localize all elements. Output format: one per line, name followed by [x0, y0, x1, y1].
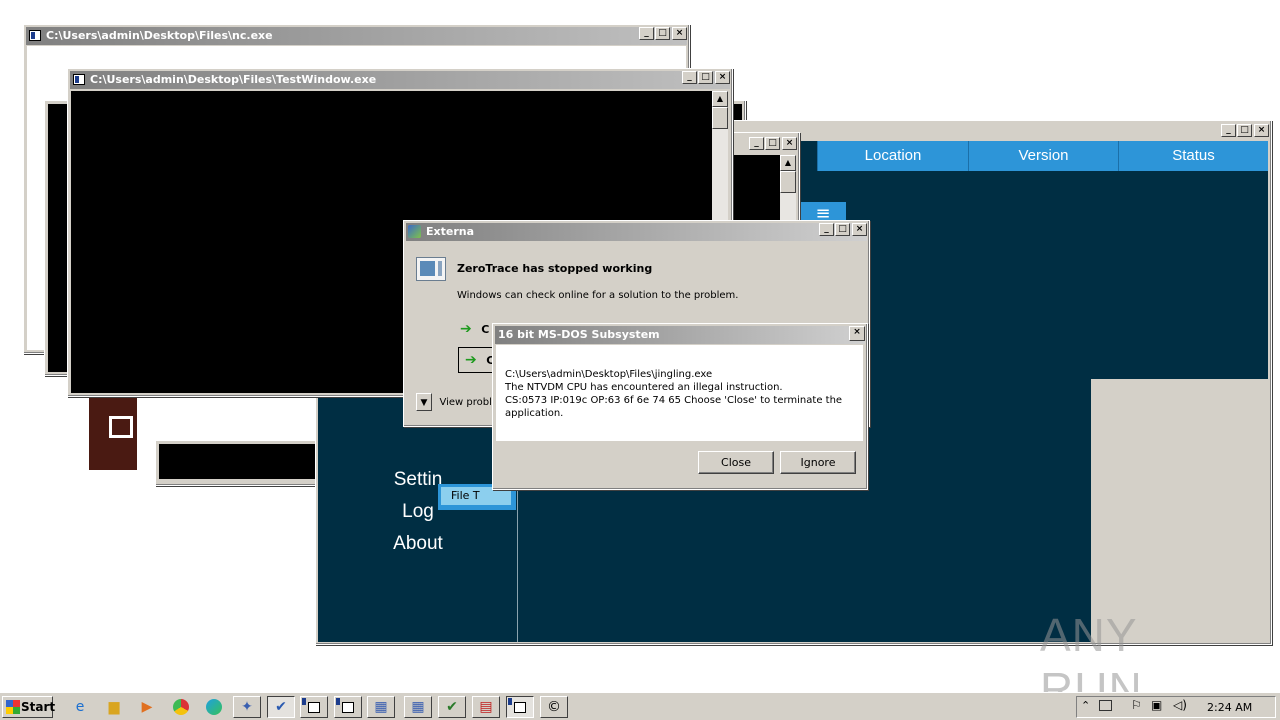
externa-heading: ZeroTrace has stopped working — [457, 262, 653, 275]
system-tray: ⌃ ⚐ ▣ ◁) 2:24 AM — [1076, 696, 1276, 718]
folder-icon[interactable]: ▆ — [100, 696, 128, 718]
close-button[interactable]: × — [672, 27, 687, 40]
msdos-line-application: application. — [505, 408, 564, 419]
msdos-title: 16 bit MS-DOS Subsystem — [498, 328, 660, 341]
app-title-buttons: _ □ × — [1220, 124, 1269, 137]
edge-icon[interactable] — [200, 696, 228, 718]
volume-icon[interactable]: ◁) — [1173, 698, 1187, 712]
msdos-message-area: C:\Users\admin\Desktop\Files\jingling.ex… — [496, 345, 863, 441]
msdos-title-buttons: × — [848, 326, 865, 341]
windows-logo-icon — [6, 700, 20, 714]
taskbar-app-3[interactable]: ▦ — [404, 696, 432, 718]
msdos-line-path: C:\Users\admin\Desktop\Files\jingling.ex… — [505, 369, 713, 380]
column-version[interactable]: Version — [968, 141, 1118, 171]
testwindow-title-buttons: _ □ × — [681, 71, 730, 84]
network-icon[interactable]: ▣ — [1151, 698, 1162, 712]
close-button[interactable]: Close — [698, 451, 774, 474]
taskbar-app-6[interactable]: © — [540, 696, 568, 718]
nc-title-buttons: _ □ × — [638, 27, 687, 40]
console-icon — [73, 74, 85, 85]
scroll-thumb[interactable] — [712, 107, 728, 129]
scroll-thumb[interactable] — [780, 171, 796, 193]
externa-titlebar[interactable]: Externa — [406, 223, 867, 241]
chrome-icon[interactable] — [167, 696, 195, 718]
msdos-dialog[interactable]: 16 bit MS-DOS Subsystem × C:\Users\admin… — [492, 323, 868, 490]
taskbar-console-1[interactable] — [300, 696, 328, 718]
taskbar-console-active[interactable] — [506, 696, 534, 718]
maximize-button[interactable]: □ — [698, 71, 713, 84]
mid-title-buttons: _ □ × — [748, 137, 797, 150]
externa-title-buttons: _ □ × — [818, 223, 867, 236]
menu-item-about[interactable]: About — [318, 533, 518, 555]
green-arrow-icon: ➔ — [460, 321, 472, 337]
bg-window-2 — [88, 395, 138, 471]
console-icon — [29, 30, 41, 41]
close-button[interactable]: × — [852, 223, 867, 236]
testwindow-title: C:\Users\admin\Desktop\Files\TestWindow.… — [90, 73, 377, 86]
anyrun-watermark: ANY RUN — [1040, 608, 1240, 715]
taskbar-app-4[interactable]: ✔ — [438, 696, 466, 718]
externa-app-icon — [408, 225, 421, 238]
minimize-button[interactable]: _ — [749, 137, 764, 150]
maximize-button[interactable]: □ — [655, 27, 670, 40]
bg-window-2-frame — [109, 416, 133, 438]
minimize-button[interactable]: _ — [682, 71, 697, 84]
minimize-button[interactable]: _ — [819, 223, 834, 236]
externa-message: Windows can check online for a solution … — [457, 290, 739, 301]
nc-title: C:\Users\admin\Desktop\Files\nc.exe — [46, 29, 273, 42]
msdos-line-error: The NTVDM CPU has encountered an illegal… — [505, 382, 783, 393]
taskbar-app-externa[interactable]: ✔ — [267, 696, 295, 718]
view-problem-label: View probl — [439, 396, 492, 408]
media-player-icon[interactable]: ▶ — [133, 696, 161, 718]
scroll-up-icon[interactable]: ▲ — [780, 155, 796, 171]
clock[interactable]: 2:24 AM — [1207, 701, 1252, 714]
taskbar-app-2[interactable]: ▦ — [367, 696, 395, 718]
app-gray-panel — [1091, 379, 1268, 642]
taskbar-console-2[interactable] — [334, 696, 362, 718]
start-button[interactable]: Start — [2, 696, 56, 718]
error-report-icon — [416, 257, 446, 281]
externa-title: Externa — [426, 225, 475, 238]
close-button[interactable]: × — [715, 71, 730, 84]
option-label: C — [481, 323, 490, 336]
msdos-titlebar[interactable]: 16 bit MS-DOS Subsystem — [495, 326, 865, 344]
column-location[interactable]: Location — [817, 141, 968, 171]
ignore-button[interactable]: Ignore — [780, 451, 856, 474]
green-arrow-icon: ➔ — [465, 352, 477, 368]
ie-icon[interactable]: e — [66, 696, 94, 718]
maximize-button[interactable]: □ — [835, 223, 850, 236]
close-button[interactable]: × — [1254, 124, 1269, 137]
testwindow-titlebar[interactable]: C:\Users\admin\Desktop\Files\TestWindow.… — [70, 71, 730, 89]
maximize-button[interactable]: □ — [765, 137, 780, 150]
start-label: Start — [21, 700, 56, 714]
scroll-up-icon[interactable]: ▲ — [712, 91, 728, 107]
minimize-button[interactable]: _ — [639, 27, 654, 40]
taskbar-app-5[interactable]: ▤ — [472, 696, 500, 718]
maximize-button[interactable]: □ — [1237, 124, 1252, 137]
flag-icon[interactable]: ⚐ — [1131, 698, 1142, 712]
minimize-button[interactable]: _ — [1221, 124, 1236, 137]
taskbar-app-1[interactable]: ✦ — [233, 696, 261, 718]
taskbar: Start e ▆ ▶ ✦ ✔ ▦ ▦ ✔ ▤ © ⌃ ⚐ ▣ ◁) 2:24 … — [0, 692, 1280, 720]
close-button[interactable]: × — [782, 137, 797, 150]
close-button[interactable]: × — [849, 326, 865, 341]
chevron-down-icon: ▼ — [416, 393, 432, 411]
tray-expand-icon[interactable]: ⌃ — [1081, 699, 1090, 712]
tray-app-icon[interactable] — [1099, 700, 1112, 711]
column-status[interactable]: Status — [1118, 141, 1268, 171]
msdos-line-registers: CS:0573 IP:019c OP:63 6f 6e 74 65 Choose… — [505, 395, 843, 406]
nc-titlebar[interactable]: C:\Users\admin\Desktop\Files\nc.exe — [26, 27, 687, 45]
